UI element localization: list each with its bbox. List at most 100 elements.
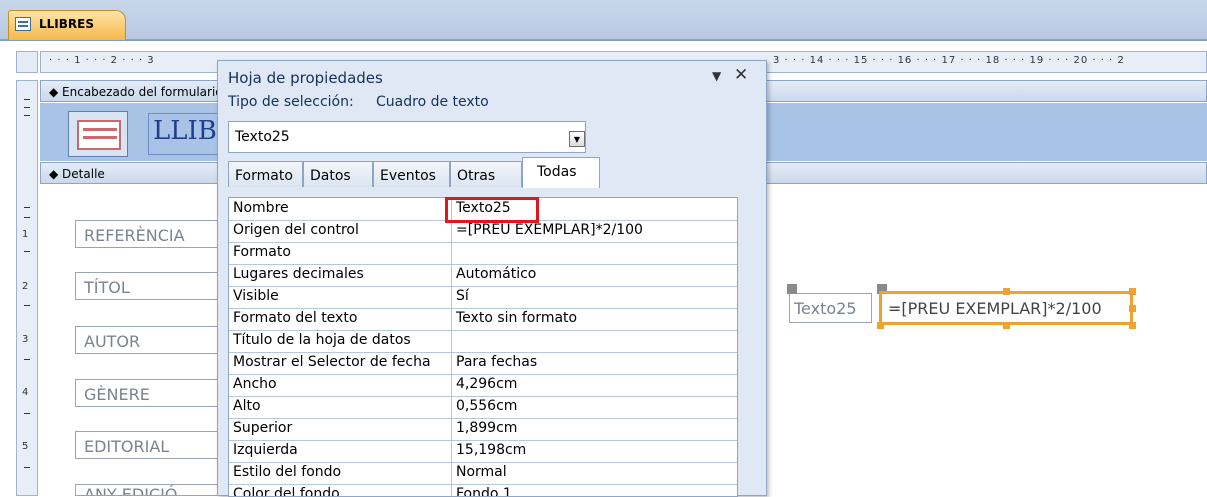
property-name: Nombre <box>233 200 289 216</box>
property-name: Estilo del fondo <box>233 464 342 480</box>
text-box-label[interactable]: Texto25 <box>789 293 872 323</box>
property-sheet-panel: Hoja de propiedades ▼ ✕ Tipo de selecció… <box>217 60 767 497</box>
tab-otras[interactable]: Otras <box>450 161 522 187</box>
property-row[interactable]: Visible Sí <box>229 286 737 309</box>
ruler-marks-right: 3 · · · 14 · · · 15 · · · 16 · · · 17 · … <box>773 55 1125 66</box>
property-row[interactable]: Formato <box>229 242 737 265</box>
property-name: Superior <box>233 420 293 436</box>
property-value[interactable]: Para fechas <box>456 354 537 370</box>
resize-handle[interactable] <box>1129 288 1136 295</box>
property-name: Lugares decimales <box>233 266 364 282</box>
vruler-number: 1 <box>22 229 29 240</box>
label-autor[interactable]: AUTOR <box>75 326 225 354</box>
form-icon <box>15 17 31 31</box>
ruler-tick <box>24 99 30 100</box>
property-row[interactable]: Estilo del fondo Normal <box>229 462 737 485</box>
selected-text-box[interactable]: =[PREU EXEMPLAR]*2/100 <box>879 291 1133 325</box>
tab-datos[interactable]: Datos <box>303 161 373 187</box>
form-header-section-text: Encabezado del formulario <box>62 85 223 99</box>
ruler-tick <box>24 217 30 218</box>
move-handle[interactable] <box>787 284 797 294</box>
property-value[interactable]: 4,296cm <box>456 376 517 392</box>
document-tab-label: LLIBRES <box>39 17 94 31</box>
property-name: Origen del control <box>233 222 359 238</box>
selection-type-value: Cuadro de texto <box>376 94 489 110</box>
form-title-label[interactable]: LLIBRES <box>148 113 228 155</box>
property-value[interactable]: Automático <box>456 266 536 282</box>
property-value[interactable]: 0,556cm <box>456 398 517 414</box>
property-row[interactable]: Título de la hoja de datos <box>229 330 737 353</box>
ruler-tick <box>24 107 30 108</box>
form-icon <box>77 120 121 150</box>
label-genere[interactable]: GÈNERE <box>75 379 225 407</box>
column-divider <box>451 220 452 242</box>
property-name: Visible <box>233 288 279 304</box>
ruler-tick <box>24 115 30 116</box>
resize-handle[interactable] <box>1003 288 1010 295</box>
resize-handle[interactable] <box>1129 322 1136 329</box>
property-value[interactable]: 15,198cm <box>456 442 526 458</box>
property-value[interactable]: =[PREU EXEMPLAR]*2/100 <box>456 222 643 238</box>
property-value[interactable]: Normal <box>456 464 507 480</box>
vruler-number: 2 <box>22 281 29 292</box>
property-row[interactable]: Lugares decimales Automático <box>229 264 737 287</box>
detail-section-label: ◆ Detalle <box>49 167 105 181</box>
resize-handle[interactable] <box>1129 305 1136 312</box>
property-value[interactable]: 1,899cm <box>456 420 517 436</box>
label-editorial[interactable]: EDITORIAL <box>75 431 225 459</box>
property-row[interactable]: Origen del control =[PREU EXEMPLAR]*2/100 <box>229 220 737 243</box>
selection-type-label: Tipo de selección: <box>228 94 354 110</box>
property-row[interactable]: Izquierda 15,198cm <box>229 440 737 463</box>
tab-eventos[interactable]: Eventos <box>373 161 450 187</box>
column-divider <box>451 462 452 484</box>
form-logo[interactable] <box>68 111 128 157</box>
close-icon[interactable]: ✕ <box>734 65 748 85</box>
document-tab-llibres[interactable]: LLIBRES <box>8 10 126 40</box>
chevron-down-icon[interactable]: ▼ <box>569 131 585 147</box>
vruler-number: 5 <box>22 441 29 452</box>
property-value[interactable]: Texto sin formato <box>456 310 577 326</box>
column-divider <box>451 330 452 352</box>
property-name: Formato <box>233 244 291 260</box>
object-selector-dropdown[interactable]: Texto25 ▼ <box>228 121 586 153</box>
column-divider <box>451 374 452 396</box>
property-name: Ancho <box>233 376 277 392</box>
column-divider <box>451 264 452 286</box>
tab-formato[interactable]: Formato <box>228 161 303 187</box>
ruler-tick <box>24 413 30 414</box>
property-value[interactable]: Fondo 1 <box>456 486 512 496</box>
column-divider <box>451 484 452 496</box>
column-divider <box>451 396 452 418</box>
property-row[interactable]: Mostrar el Selector de fecha Para fechas <box>229 352 737 375</box>
object-selector-value: Texto25 <box>235 129 290 145</box>
tab-todas[interactable]: Todas <box>522 157 600 188</box>
label-any-edicio[interactable]: ANY EDICIÓ <box>75 484 225 496</box>
property-row[interactable]: Ancho 4,296cm <box>229 374 737 397</box>
resize-handle[interactable] <box>1003 322 1010 329</box>
vruler-number: 4 <box>22 387 29 398</box>
resize-handle[interactable] <box>877 322 884 329</box>
property-name: Título de la hoja de datos <box>233 332 411 348</box>
property-row[interactable]: Color del fondo Fondo 1 <box>229 484 737 496</box>
ruler-tick <box>24 207 30 208</box>
column-divider <box>451 286 452 308</box>
property-row[interactable]: Alto 0,556cm <box>229 396 737 419</box>
column-divider <box>451 242 452 264</box>
column-divider <box>451 308 452 330</box>
ruler-marks-left: · · · 1 · · · 2 · · · 3 <box>49 55 155 66</box>
panel-menu-icon[interactable]: ▼ <box>712 69 721 83</box>
ruler-tick <box>24 359 30 360</box>
property-name: Izquierda <box>233 442 298 458</box>
label-referencia[interactable]: REFERÈNCIA <box>75 220 225 248</box>
property-row[interactable]: Formato del texto Texto sin formato <box>229 308 737 331</box>
property-row[interactable]: Superior 1,899cm <box>229 418 737 441</box>
column-divider <box>451 440 452 462</box>
label-titol[interactable]: TÍTOL <box>75 272 225 300</box>
ruler-tick <box>24 467 30 468</box>
form-header-section-label: ◆ Encabezado del formulario <box>49 85 223 99</box>
name-value-highlight <box>445 197 539 223</box>
ruler-corner-selector[interactable] <box>16 51 38 73</box>
property-name: Alto <box>233 398 261 414</box>
property-value[interactable]: Sí <box>456 288 469 304</box>
vertical-ruler[interactable]: 1 2 3 4 5 <box>16 80 38 496</box>
